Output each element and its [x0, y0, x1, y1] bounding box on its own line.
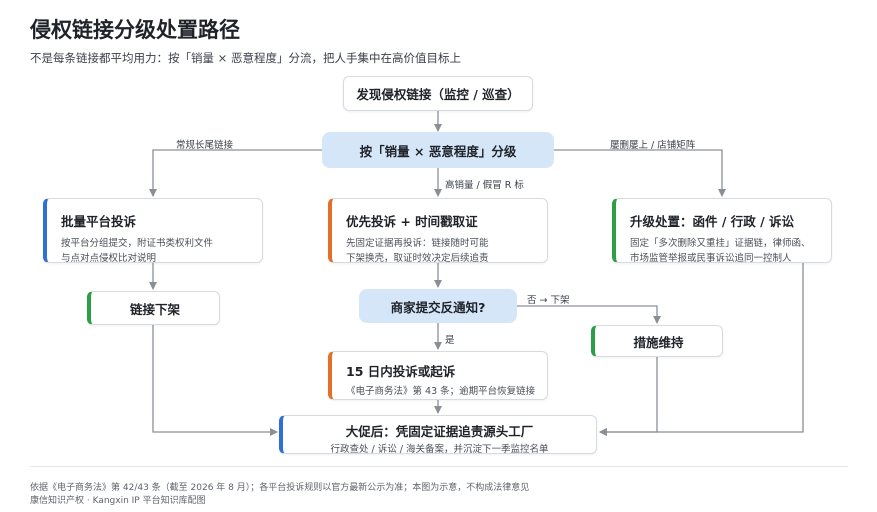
edge-maintain-final [599, 357, 658, 436]
edge-classify-bulk [149, 149, 322, 197]
node-priority-complaint: 优先投诉 + 时间戳取证 先固定证据再投诉：链接随时可能 下架换壳，取证时效决定… [328, 198, 548, 264]
edge-classify-escalate [554, 149, 726, 197]
node-sue-desc: 《电子商务法》第 43 条；逾期平台恢复链接 [346, 386, 536, 397]
node-classify: 按「销量 × 恶意程度」分级 [322, 132, 554, 168]
edge-label-long-tail: 常规长尾链接 [176, 140, 234, 151]
node-maintain: 措施维持 [591, 325, 723, 357]
node-counter-label: 商家提交反通知? [390, 299, 486, 315]
edge-takedown-final [152, 325, 278, 436]
node-priority-title: 优先投诉 + 时间戳取证 [346, 214, 478, 229]
footer-credit: 康信知识产权 · Kangxin IP 平台知识库配图 [30, 496, 206, 506]
edge-label-repeat: 屡删屡上 / 店铺矩阵 [610, 140, 696, 151]
node-counter-notice: 商家提交反通知? [359, 289, 517, 323]
edge-label-no: 否 → 下架 [527, 295, 570, 306]
node-bulk-desc: 按平台分组提交，附证书类权利文件 与点对点侵权比对说明 [61, 238, 214, 264]
edge-counter-maintain [517, 305, 661, 324]
node-final-trace: 大促后：凭固定证据追责源头工厂 行政查处 / 诉讼 / 海关备案，并沉淀下一季监… [279, 415, 597, 455]
node-takedown-label: 链接下架 [129, 301, 180, 317]
node-final-desc: 行政查处 / 诉讼 / 海关备案，并沉淀下一季监控名单 [330, 444, 549, 455]
node-classify-label: 按「销量 × 恶意程度」分级 [359, 143, 517, 159]
footer-note: 依据《电子商务法》第 42/43 条（截至 2026 年 8 月）；各平台投诉规… [30, 483, 530, 493]
node-bulk-complaint: 批量平台投诉 按平台分组提交，附证书类权利文件 与点对点侵权比对说明 [43, 198, 263, 264]
node-escalate-title: 升级处置：函件 / 行政 / 诉讼 [630, 214, 795, 229]
node-maintain-label: 措施维持 [633, 334, 684, 350]
node-discover-label: 发现侵权链接（监控 / 巡查） [356, 87, 520, 102]
node-takedown: 链接下架 [87, 291, 220, 325]
footer-divider [30, 466, 848, 467]
node-sue-title: 15 日内投诉或起诉 [346, 364, 456, 379]
node-sue-15-days: 15 日内投诉或起诉 《电子商务法》第 43 条；逾期平台恢复链接 [328, 351, 548, 400]
node-bulk-title: 批量平台投诉 [61, 214, 137, 229]
node-final-title: 大促后：凭固定证据追责源头工厂 [345, 424, 534, 439]
node-escalate: 升级处置：函件 / 行政 / 诉讼 固定「多次删除又重挂」证据链，律师函、 市场… [612, 198, 832, 264]
edge-label-yes: 是 [445, 335, 455, 346]
node-priority-desc: 先固定证据再投诉：链接随时可能 下架换壳，取证时效决定后续追责 [346, 238, 489, 264]
edge-label-high-volume: 高销量 / 假冒 R 标 [445, 180, 524, 191]
node-escalate-desc: 固定「多次删除又重挂」证据链，律师函、 市场监管举报或民事诉讼追同一控制人 [630, 238, 811, 264]
node-discover: 发现侵权链接（监控 / 巡查） [343, 76, 533, 111]
